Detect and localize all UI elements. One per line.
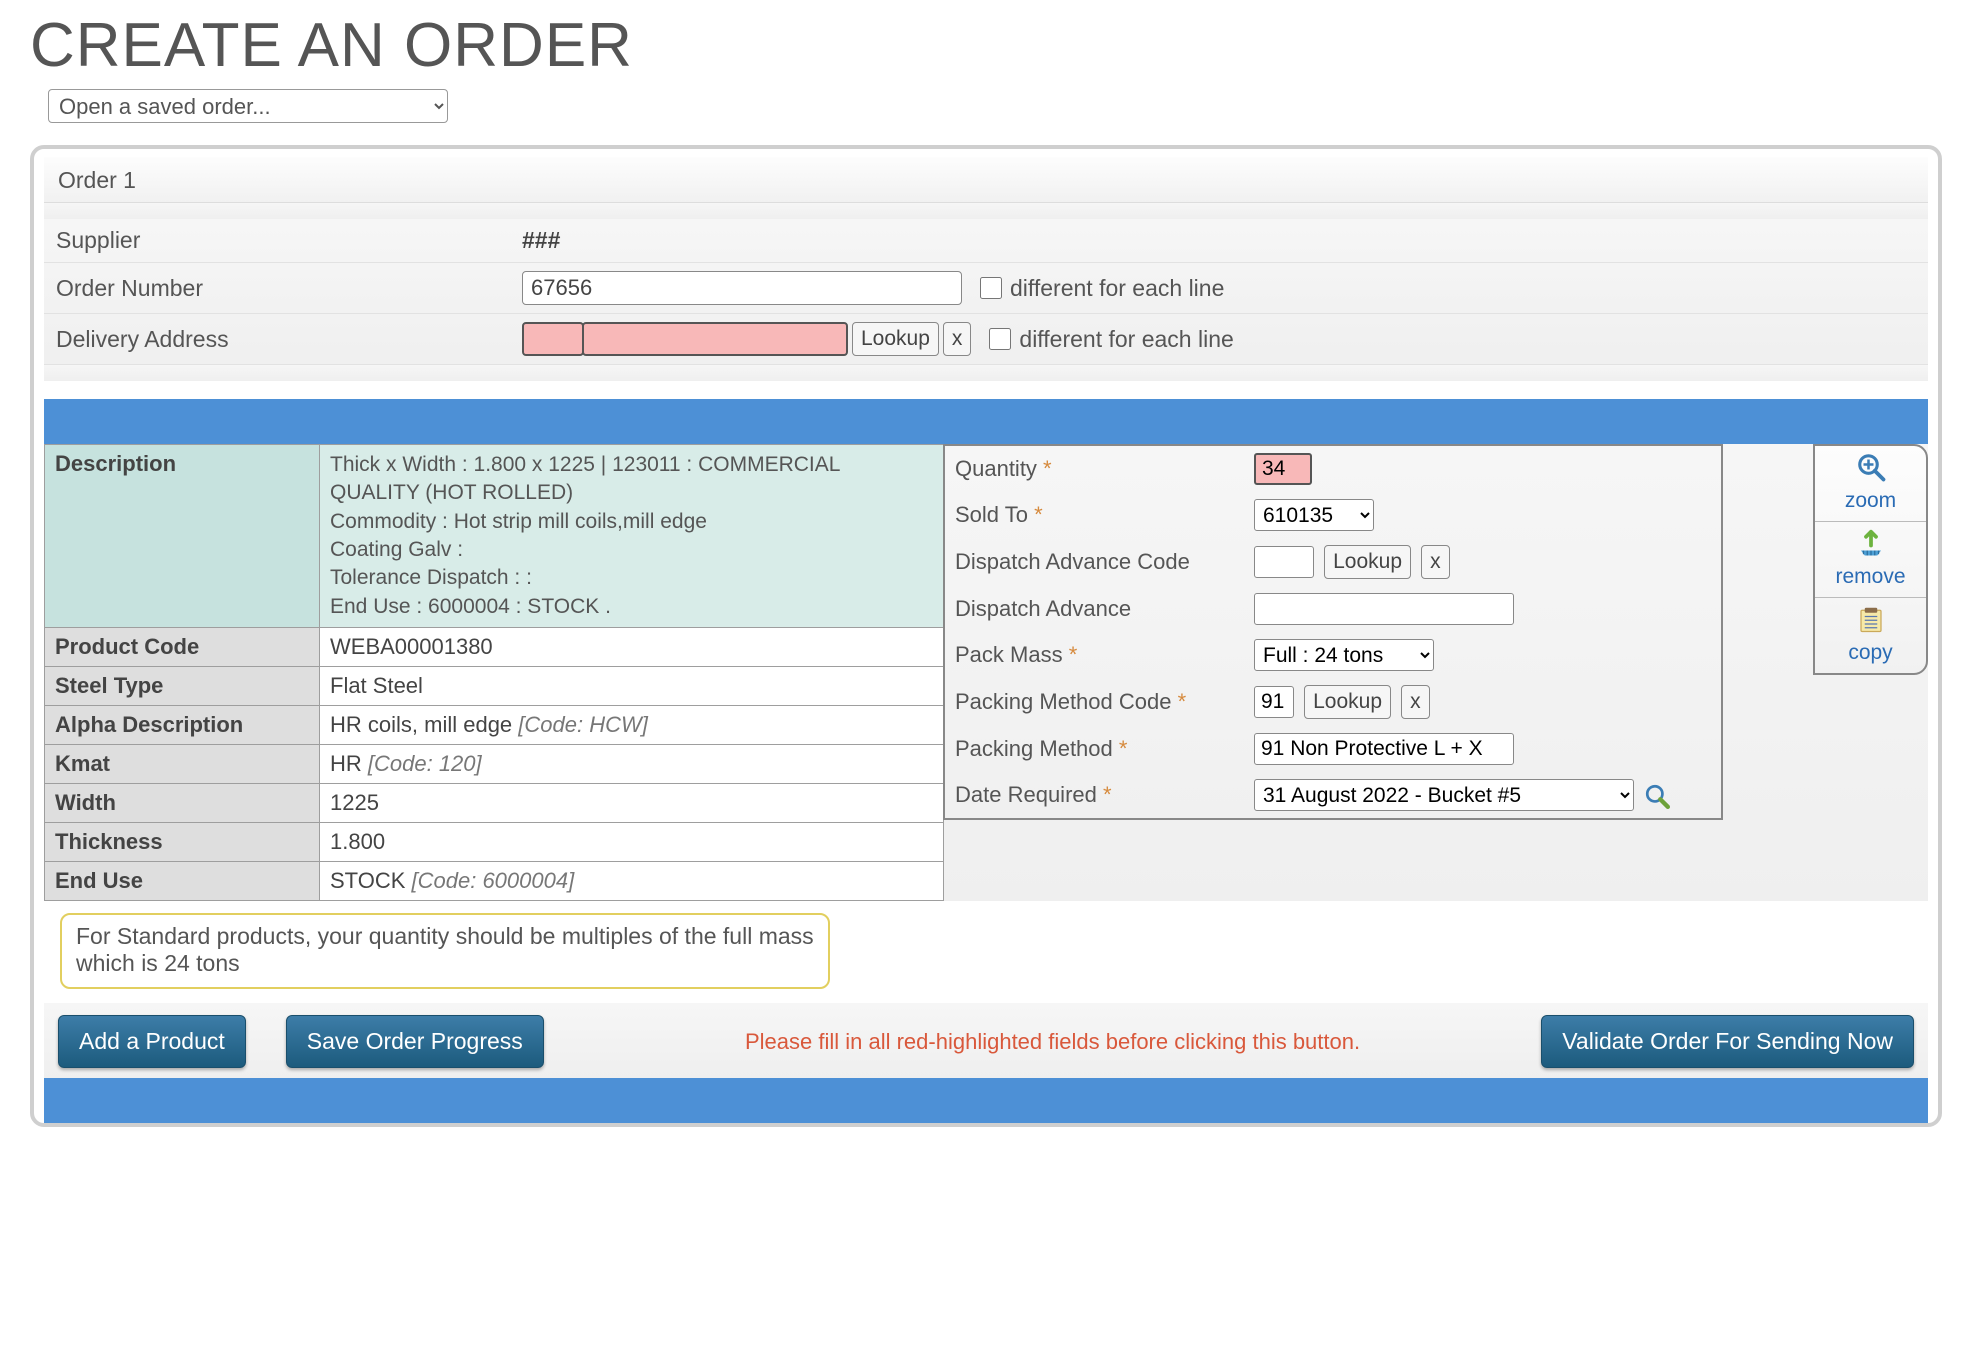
order-number-diff-checkbox[interactable] (980, 277, 1002, 299)
copy-action[interactable]: copy (1815, 598, 1926, 673)
quantity-label: Quantity (955, 456, 1043, 481)
pmc-label: Packing Method Code (955, 689, 1178, 714)
delivery-diff-checkbox[interactable] (989, 328, 1011, 350)
line-actions: zoom remove copy (1813, 444, 1928, 675)
thickness-label: Thickness (45, 823, 320, 862)
packmass-label: Pack Mass (955, 642, 1069, 667)
validate-order-button[interactable]: Validate Order For Sending Now (1541, 1015, 1914, 1068)
remove-icon (1854, 528, 1888, 558)
dac-input[interactable] (1254, 546, 1314, 578)
order-number-input[interactable] (522, 271, 962, 305)
kmat-label: Kmat (45, 745, 320, 784)
description-label: Description (45, 445, 320, 628)
add-product-button[interactable]: Add a Product (58, 1015, 246, 1068)
product-code-value: WEBA00001380 (320, 628, 944, 667)
alpha-value: HR coils, mill edge [Code: HCW] (320, 706, 944, 745)
steel-type-label: Steel Type (45, 667, 320, 706)
delivery-lookup-button[interactable]: Lookup (852, 322, 939, 356)
supplier-label: Supplier (52, 227, 522, 254)
blue-bar-bottom (44, 1078, 1928, 1123)
validate-warning-text: Please fill in all red-highlighted field… (745, 1029, 1360, 1055)
alpha-label: Alpha Description (45, 706, 320, 745)
width-label: Width (45, 784, 320, 823)
delivery-clear-button[interactable]: x (943, 322, 972, 356)
order-panel: Order 1 Supplier ### Order Number differ… (30, 145, 1942, 1127)
date-label: Date Required (955, 782, 1103, 807)
quantity-warning-callout: For Standard products, your quantity sho… (60, 913, 830, 989)
spacer (44, 203, 1928, 219)
date-required-select[interactable]: 31 August 2022 - Bucket #5 (1254, 779, 1634, 811)
order-number-label: Order Number (52, 275, 522, 302)
order-number-diff-label: different for each line (1010, 275, 1224, 302)
supplier-value: ### (522, 227, 560, 254)
order-tab[interactable]: Order 1 (44, 157, 1928, 203)
zoom-action[interactable]: zoom (1815, 446, 1926, 522)
remove-action[interactable]: remove (1815, 522, 1926, 598)
delivery-label: Delivery Address (52, 326, 522, 353)
product-code-label: Product Code (45, 628, 320, 667)
line-entry-table: Quantity * Sold To * 610135 Dispatch Adv… (943, 444, 1723, 820)
pmc-lookup-button[interactable]: Lookup (1304, 685, 1391, 719)
copy-icon (1854, 604, 1888, 634)
delivery-diff-label: different for each line (1019, 326, 1233, 353)
blue-bar-top (44, 399, 1928, 444)
pmc-clear-button[interactable]: x (1401, 685, 1430, 719)
description-value: Thick x Width : 1.800 x 1225 | 123011 : … (320, 445, 944, 628)
width-value: 1225 (320, 784, 944, 823)
da-input[interactable] (1254, 593, 1514, 625)
quantity-input[interactable] (1254, 453, 1312, 485)
magnifier-icon[interactable] (1644, 783, 1670, 809)
delivery-name-input[interactable] (582, 322, 848, 356)
enduse-label: End Use (45, 862, 320, 901)
page-title: CREATE AN ORDER (30, 10, 1942, 81)
zoom-in-icon (1854, 452, 1888, 482)
pm-input[interactable] (1254, 733, 1514, 765)
soldto-select[interactable]: 610135 (1254, 499, 1374, 531)
delivery-code-input[interactable] (522, 322, 584, 356)
da-label: Dispatch Advance (944, 586, 1244, 632)
steel-type-value: Flat Steel (320, 667, 944, 706)
soldto-label: Sold To (955, 502, 1034, 527)
pmc-input[interactable] (1254, 686, 1294, 718)
spacer (44, 365, 1928, 381)
pm-label: Packing Method (955, 736, 1119, 761)
product-details-table: Description Thick x Width : 1.800 x 1225… (44, 444, 944, 901)
dac-clear-button[interactable]: x (1421, 545, 1450, 579)
thickness-value: 1.800 (320, 823, 944, 862)
packmass-select[interactable]: Full : 24 tons (1254, 639, 1434, 671)
kmat-value: HR [Code: 120] (320, 745, 944, 784)
save-progress-button[interactable]: Save Order Progress (286, 1015, 544, 1068)
dac-lookup-button[interactable]: Lookup (1324, 545, 1411, 579)
open-saved-order-select[interactable]: Open a saved order... (48, 89, 448, 123)
enduse-value: STOCK [Code: 6000004] (320, 862, 944, 901)
dac-label: Dispatch Advance Code (944, 538, 1244, 586)
